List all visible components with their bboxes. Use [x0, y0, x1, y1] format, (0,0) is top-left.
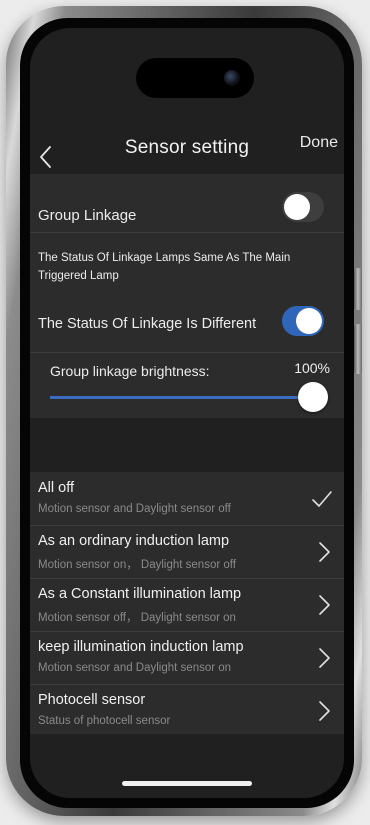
mode-subtitle: Motion sensor and Daylight sensor off [38, 503, 231, 515]
mode-item-all-off[interactable]: All off Motion sensor and Daylight senso… [30, 472, 344, 525]
mode-item-constant-illumination[interactable]: As a Constant illumination lamp Motion s… [30, 578, 344, 631]
mode-title: All off [38, 480, 75, 496]
page-title: Sensor setting [124, 137, 250, 158]
group-linkage-toggle[interactable] [282, 192, 324, 222]
linkage-settings-card: Group Linkage The Status Of Linkage Lamp… [30, 174, 344, 418]
home-indicator[interactable] [122, 781, 252, 786]
mode-subtitle: Status of photocell sensor [38, 715, 171, 727]
brightness-label: Group linkage brightness: [50, 363, 210, 379]
chevron-right-icon [319, 648, 330, 668]
mode-item-ordinary-induction[interactable]: As an ordinary induction lamp Motion sen… [30, 525, 344, 578]
toggle-knob [284, 194, 310, 220]
mode-title: As a Constant illumination lamp [38, 586, 242, 602]
mode-item-photocell[interactable]: Photocell sensor Status of photocell sen… [30, 684, 344, 737]
mode-title: As an ordinary induction lamp [38, 533, 230, 549]
phone-frame: Sensor setting Done Group Linkage The St… [6, 6, 362, 816]
nav-header: Sensor setting Done [30, 110, 344, 174]
phone-bezel: Sensor setting Done Group Linkage The St… [20, 18, 354, 808]
chevron-right-icon [319, 595, 330, 615]
mode-subtitle: Motion sensor and Daylight sensor on [38, 662, 232, 674]
chevron-right-icon [319, 701, 330, 721]
phone-side-button [354, 324, 362, 374]
brightness-slider[interactable] [50, 382, 328, 412]
mode-list: All off Motion sensor and Daylight senso… [30, 472, 344, 734]
divider [30, 352, 344, 353]
divider [30, 232, 344, 233]
mode-item-keep-illumination[interactable]: keep illumination induction lamp Motion … [30, 631, 344, 684]
slider-fill [50, 396, 313, 399]
checkmark-icon [312, 491, 332, 507]
group-linkage-label: Group Linkage [38, 207, 137, 224]
app-content: Sensor setting Done Group Linkage The St… [30, 28, 344, 798]
done-button[interactable]: Done [300, 134, 338, 152]
different-status-toggle[interactable] [282, 306, 324, 336]
mode-title: Photocell sensor [38, 692, 146, 708]
brightness-value: 100% [294, 360, 330, 376]
slider-thumb[interactable] [298, 382, 328, 412]
dynamic-island [136, 58, 254, 98]
toggle-knob [296, 308, 322, 334]
camera-icon [224, 70, 240, 86]
mode-title: keep illumination induction lamp [38, 639, 244, 655]
chevron-right-icon [319, 542, 330, 562]
different-status-label: The Status Of Linkage Is Different [38, 316, 257, 332]
mode-subtitle: Motion sensor on， Daylight sensor off [38, 559, 236, 571]
phone-side-button [354, 268, 362, 310]
screen: Sensor setting Done Group Linkage The St… [30, 28, 344, 798]
same-status-option[interactable]: The Status Of Linkage Lamps Same As The … [38, 249, 308, 285]
mode-subtitle: Motion sensor off， Daylight sensor on [38, 612, 236, 624]
